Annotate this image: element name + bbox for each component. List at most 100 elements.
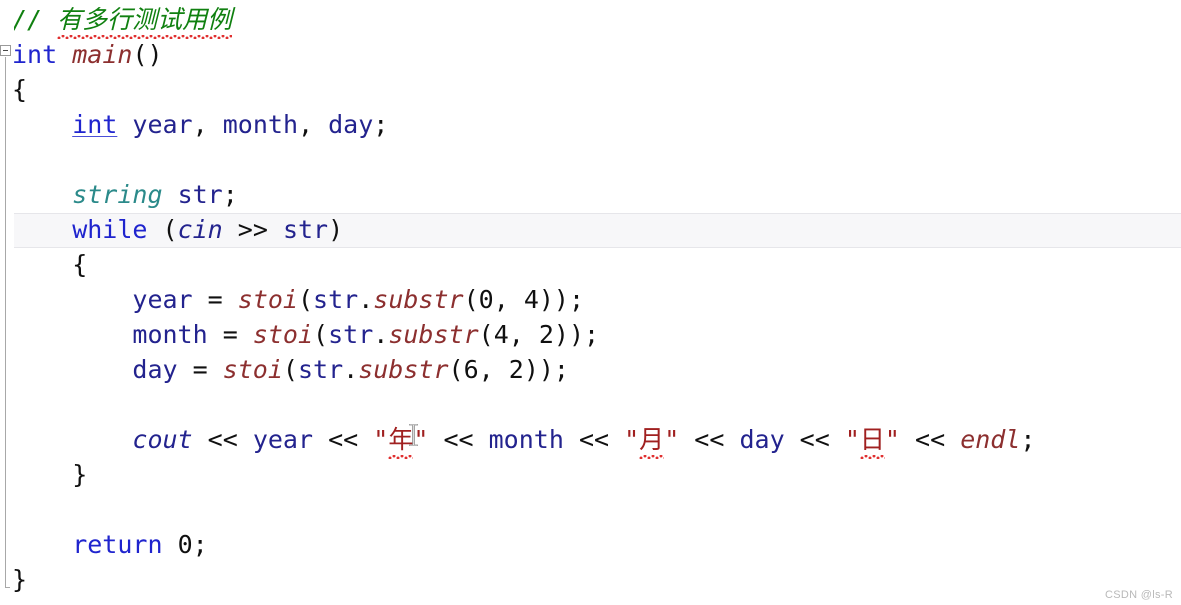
code-token: str	[177, 180, 223, 209]
code-token: "	[664, 425, 680, 454]
code-token: ;	[222, 180, 238, 209]
code-token: day	[328, 110, 374, 139]
code-token: int	[12, 40, 58, 69]
code-token: <<	[192, 425, 253, 454]
code-token: ()	[132, 40, 163, 69]
code-token: month	[132, 320, 208, 349]
code-token: ;	[373, 110, 389, 139]
code-line[interactable]: year = stoi(str.substr(0, 4));	[132, 282, 584, 317]
code-line[interactable]: while (cin >> str)	[72, 212, 343, 247]
code-token: .	[373, 320, 389, 349]
code-token: //	[12, 5, 58, 34]
code-token-squiggled: 有多行测试用例	[57, 2, 233, 39]
code-token: .	[343, 355, 359, 384]
code-token: stoi	[222, 355, 283, 384]
code-token: {	[72, 250, 88, 279]
code-token-squiggled: 日	[859, 422, 885, 459]
code-text-area[interactable]: // 有多行测试用例 int main(){int year, month, da…	[0, 0, 1181, 605]
code-token: 4	[523, 285, 539, 314]
code-line[interactable]: }	[72, 457, 87, 492]
code-token: string	[72, 180, 163, 209]
code-token: }	[72, 460, 88, 489]
code-line[interactable]: month = stoi(str.substr(4, 2));	[132, 317, 599, 352]
csdn-watermark: CSDN @ls-R	[1105, 589, 1173, 601]
code-token: {	[12, 75, 28, 104]
code-token: <<	[428, 425, 489, 454]
code-token: substr	[358, 355, 449, 384]
code-token: main	[72, 40, 133, 69]
code-token: substr	[373, 285, 464, 314]
code-token: year	[252, 425, 314, 454]
code-token: <<	[563, 425, 625, 454]
code-line[interactable]: day = stoi(str.substr(6, 2));	[132, 352, 569, 387]
code-token: return	[72, 530, 163, 559]
code-token: ,	[298, 110, 329, 139]
code-token: 4	[493, 320, 509, 349]
code-token: 2	[538, 320, 554, 349]
fold-guide-end-tick	[5, 587, 10, 588]
fold-guide-line	[5, 57, 6, 587]
code-line[interactable]: int year, month, day;	[72, 107, 388, 142]
code-token-squiggled: 月	[639, 422, 665, 459]
code-token: day	[132, 355, 178, 384]
code-token: day	[739, 425, 785, 454]
code-line[interactable]	[72, 142, 87, 177]
code-line[interactable]: }	[12, 562, 27, 597]
code-token: <<	[784, 425, 845, 454]
code-token: (	[297, 285, 314, 314]
code-token: (	[463, 285, 479, 314]
code-token: (	[282, 355, 298, 384]
code-token: ));	[523, 355, 569, 384]
code-token: 0	[478, 285, 494, 314]
code-token: str	[297, 355, 344, 384]
code-token: while	[72, 215, 148, 244]
code-token: =	[207, 320, 253, 349]
code-line[interactable]: {	[12, 72, 27, 107]
code-line[interactable]: {	[72, 247, 87, 282]
fold-collapse-icon[interactable]	[0, 45, 11, 56]
code-token: ));	[538, 285, 585, 314]
code-token: ,	[508, 320, 539, 349]
code-token: ,	[192, 110, 223, 139]
code-token: str	[282, 215, 329, 244]
code-line[interactable]: int main()	[12, 37, 163, 72]
code-token: (	[313, 320, 329, 349]
code-token: (	[448, 355, 464, 384]
code-token: .	[358, 285, 374, 314]
code-token: ,	[493, 285, 524, 314]
code-token: ));	[553, 320, 600, 349]
code-token: substr	[388, 320, 479, 349]
code-line[interactable]: cout << year << "年" << month << "月" << d…	[132, 422, 1036, 459]
code-line[interactable]: // 有多行测试用例	[12, 2, 233, 39]
code-token: "	[413, 425, 429, 454]
code-token: (	[478, 320, 494, 349]
code-token: int	[72, 110, 118, 139]
code-token: cin	[177, 215, 223, 244]
code-token: 6	[463, 355, 479, 384]
code-token: 2	[508, 355, 524, 384]
code-token: <<	[313, 425, 374, 454]
fold-gutter[interactable]	[0, 0, 14, 605]
code-token: =	[177, 355, 223, 384]
code-token: stoi	[237, 285, 298, 314]
code-line[interactable]: return 0;	[72, 527, 208, 562]
code-line[interactable]	[132, 387, 147, 422]
code-token: }	[12, 565, 28, 594]
code-token: =	[192, 285, 238, 314]
code-editor[interactable]: // 有多行测试用例 int main(){int year, month, da…	[0, 0, 1181, 605]
code-token: <<	[899, 425, 961, 454]
code-token-squiggled: 年	[388, 422, 414, 459]
code-line[interactable]: string str;	[72, 177, 238, 212]
code-token: )	[328, 215, 344, 244]
code-token: "	[624, 425, 640, 454]
code-token: ;	[1020, 425, 1036, 454]
code-token: year	[132, 285, 193, 314]
code-token: (	[147, 215, 178, 244]
code-line[interactable]	[72, 492, 87, 527]
code-token: "	[844, 425, 860, 454]
code-token: "	[373, 425, 389, 454]
code-token: cout	[132, 425, 193, 454]
code-token: ;	[192, 530, 208, 559]
code-token: ,	[478, 355, 509, 384]
